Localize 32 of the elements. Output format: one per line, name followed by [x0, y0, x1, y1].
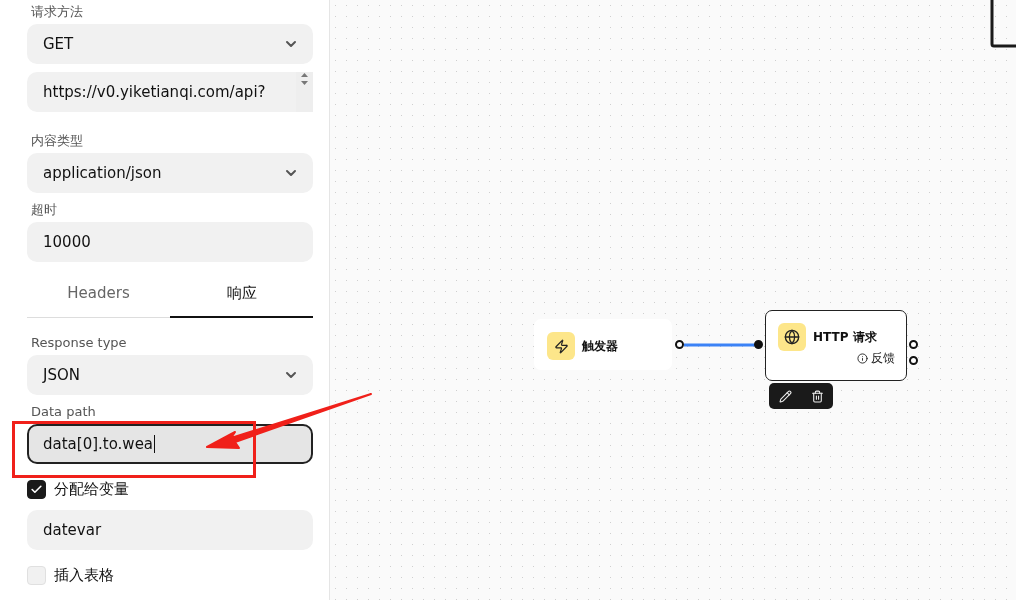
- select-field[interactable]: application/json: [27, 153, 313, 193]
- tab[interactable]: Headers: [27, 270, 170, 318]
- output-port[interactable]: [675, 340, 684, 349]
- delete-button[interactable]: [810, 389, 824, 403]
- flow-node[interactable]: HTTP 请求 反馈: [765, 310, 907, 381]
- spin-arrows-icon: [300, 72, 309, 86]
- field-label: Response type: [31, 334, 128, 351]
- url-textarea[interactable]: https://v0.yiketianqi.com/api?: [27, 72, 313, 112]
- connector-line: [684, 343, 756, 347]
- checkbox-label: 分配给变量: [54, 480, 129, 499]
- input-field[interactable]: datevar: [27, 510, 313, 550]
- field-label: 内容类型: [31, 132, 84, 149]
- flow-node[interactable]: 触发器: [534, 319, 672, 370]
- checkbox-label: 插入表格: [54, 566, 114, 585]
- node-title: 触发器: [582, 337, 618, 355]
- input-port[interactable]: [754, 340, 763, 349]
- globe-icon: [778, 323, 806, 351]
- field-label: 请求方法: [31, 3, 84, 20]
- edit-button[interactable]: [778, 389, 792, 403]
- lightning-icon: [547, 332, 575, 360]
- select-field[interactable]: JSON: [27, 355, 313, 395]
- input-field[interactable]: 10000: [27, 222, 313, 262]
- feedback-link[interactable]: 反馈: [871, 350, 895, 367]
- field-label: Data path: [31, 403, 97, 420]
- input-field[interactable]: data[0].to.wea: [27, 424, 313, 464]
- checkbox[interactable]: [27, 480, 46, 499]
- info-icon: [857, 353, 868, 364]
- check-icon: [30, 483, 43, 496]
- node-title: HTTP 请求: [813, 328, 877, 346]
- tab[interactable]: 响应: [170, 270, 313, 318]
- select-field[interactable]: GET: [27, 24, 313, 64]
- field-label: 超时: [31, 201, 58, 218]
